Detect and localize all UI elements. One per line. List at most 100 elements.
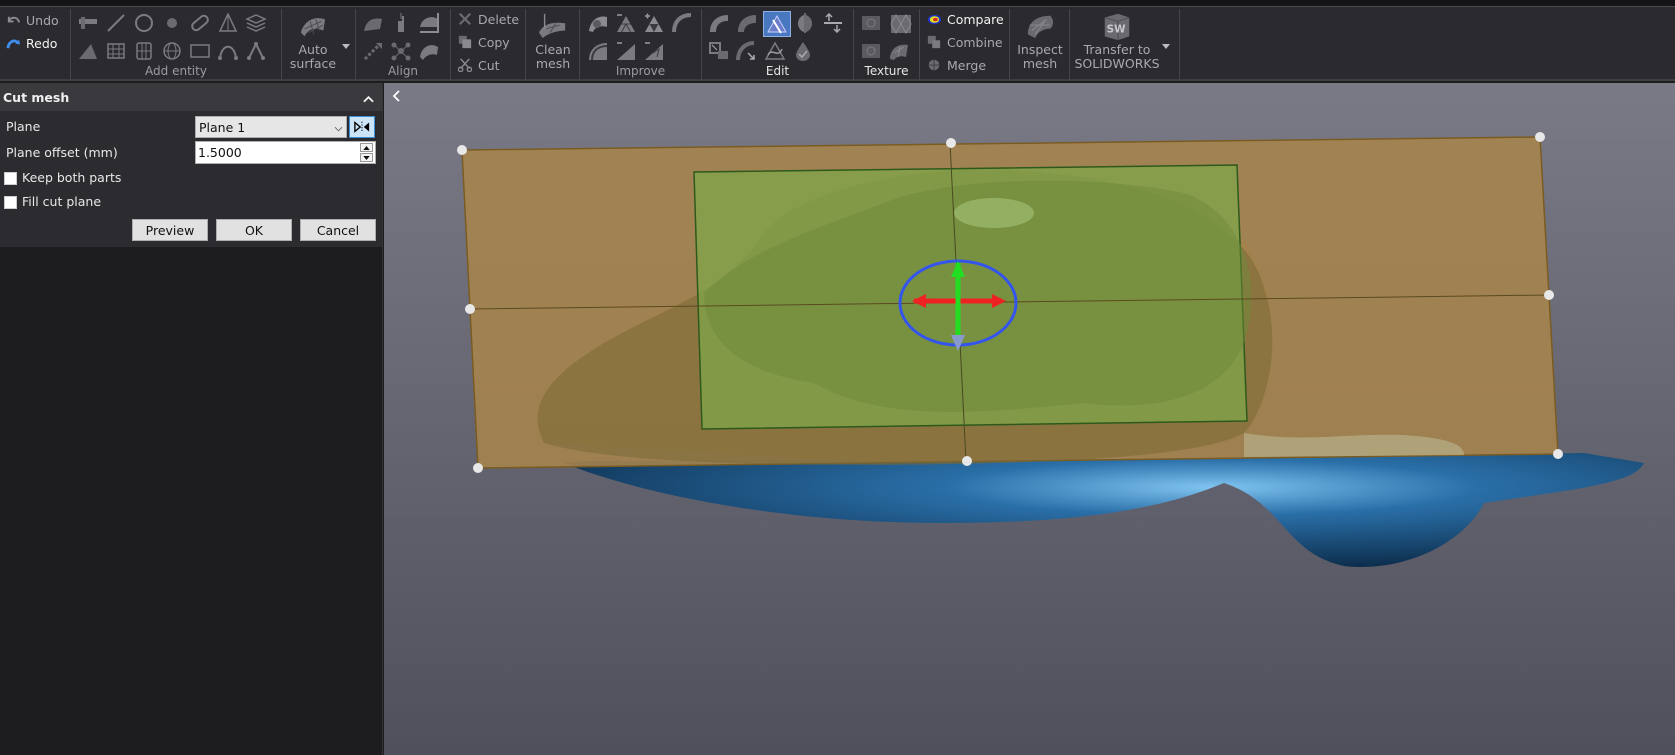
- handle-bottom-right[interactable]: [1553, 449, 1563, 459]
- undo-button[interactable]: Undo: [5, 10, 59, 30]
- handle-bottom-mid[interactable]: [962, 456, 972, 466]
- compare-button[interactable]: Compare: [926, 9, 1004, 29]
- group-improve: Improve: [580, 9, 702, 81]
- ok-button[interactable]: OK: [216, 219, 292, 241]
- handle-mid-left[interactable]: [465, 304, 475, 314]
- decimate-icon[interactable]: [614, 12, 638, 34]
- delete-label: Delete: [478, 11, 520, 27]
- combine-label: Combine: [947, 34, 1003, 50]
- bend-icon[interactable]: [735, 40, 759, 62]
- flip-plane-button[interactable]: [349, 116, 375, 138]
- group-add-entity: Add entity: [70, 9, 282, 81]
- handle-top-left[interactable]: [457, 145, 467, 155]
- inspect-mesh-icon: [1023, 11, 1057, 41]
- sphere-icon[interactable]: [160, 12, 184, 34]
- subdivide-icon[interactable]: [642, 12, 666, 34]
- collapse-panel-icon[interactable]: [363, 88, 374, 107]
- move-faces-icon[interactable]: [821, 12, 845, 34]
- transfer-dropdown-icon[interactable]: [1162, 44, 1170, 49]
- arc-icon[interactable]: [216, 40, 240, 62]
- cancel-button[interactable]: Cancel: [300, 219, 376, 241]
- group-compare: Compare Combine Merge: [920, 9, 1010, 81]
- auto-surface-dropdown-icon[interactable]: [342, 44, 350, 49]
- cut-mesh-icon[interactable]: [763, 11, 791, 37]
- optimize-mesh-icon[interactable]: [642, 40, 666, 62]
- group-label-improve: Improve: [615, 64, 666, 78]
- group-label-texture: Texture: [864, 64, 909, 78]
- cone-icon[interactable]: [216, 12, 240, 34]
- clean-mesh-icon: [536, 11, 570, 41]
- layers-icon[interactable]: [244, 12, 268, 34]
- slot-icon[interactable]: [188, 12, 212, 34]
- title-strip: [0, 0, 1675, 7]
- align-network-icon[interactable]: [389, 40, 413, 62]
- auto-surface-label-2: surface: [289, 56, 337, 71]
- spin-up-button[interactable]: [360, 143, 373, 152]
- grid-plane-icon[interactable]: [104, 40, 128, 62]
- align-points-icon[interactable]: [389, 12, 413, 34]
- clean-mesh-button[interactable]: Clean mesh: [530, 11, 576, 71]
- transfer-to-solidworks-button[interactable]: SW Transfer to SOLIDWORKS: [1074, 11, 1160, 71]
- keep-both-parts-checkbox[interactable]: [4, 172, 17, 185]
- mesh-lower-part[interactable]: [564, 453, 1644, 568]
- merge-button[interactable]: Merge: [926, 55, 986, 75]
- cut-button[interactable]: Cut: [457, 55, 500, 75]
- undo-icon: [5, 12, 21, 28]
- redo-button[interactable]: Redo: [5, 33, 57, 53]
- align-initial-icon[interactable]: [361, 12, 385, 34]
- line-icon[interactable]: [104, 12, 128, 34]
- inspect-mesh-button[interactable]: Inspect mesh: [1015, 11, 1065, 71]
- plane-offset-input[interactable]: 1.5000: [195, 141, 376, 164]
- scene-canvas: [457, 132, 1644, 568]
- merge-label: Merge: [947, 57, 987, 73]
- handle-bottom-left[interactable]: [473, 463, 483, 473]
- cylinder-grid-icon[interactable]: [132, 40, 156, 62]
- split-mesh-icon[interactable]: [793, 12, 817, 34]
- fill-cut-plane-checkbox[interactable]: [4, 196, 17, 209]
- handle-top-right[interactable]: [1535, 132, 1545, 142]
- smooth-icon[interactable]: [614, 40, 638, 62]
- align-best-fit-icon[interactable]: [417, 12, 441, 34]
- angle-icon[interactable]: [76, 40, 100, 62]
- fill-cut-plane-label: Fill cut plane: [22, 194, 102, 209]
- align-vector-icon[interactable]: [361, 40, 385, 62]
- fill-holes-icon[interactable]: [586, 12, 610, 34]
- plane-label: Plane: [6, 119, 41, 134]
- align-surface-icon[interactable]: [417, 40, 441, 62]
- copy-button[interactable]: Copy: [457, 32, 510, 52]
- group-label-align: Align: [387, 64, 419, 78]
- spin-down-button[interactable]: [360, 153, 373, 162]
- rectangle-icon[interactable]: [188, 40, 212, 62]
- offset-icon[interactable]: [707, 12, 731, 34]
- combine-icon: [926, 34, 942, 50]
- plane-offset-value: 1.5000: [198, 145, 242, 160]
- sphere-grid-icon[interactable]: [160, 40, 184, 62]
- delete-button[interactable]: Delete: [457, 9, 519, 29]
- thicken-icon[interactable]: [735, 12, 759, 34]
- texture-mesh-icon[interactable]: [887, 11, 915, 37]
- verify-icon[interactable]: [791, 40, 815, 62]
- handle-top-mid[interactable]: [946, 138, 956, 148]
- smooth-boundary-icon[interactable]: [670, 12, 694, 34]
- panel-title: Cut mesh: [3, 89, 70, 105]
- handle-mid-right[interactable]: [1544, 290, 1554, 300]
- measure-caliper-icon[interactable]: [76, 12, 100, 34]
- preview-button[interactable]: Preview: [132, 219, 208, 241]
- texture-bake-icon[interactable]: [859, 40, 883, 62]
- group-history: Undo Redo: [0, 9, 70, 81]
- delete-icon: [457, 11, 473, 27]
- circle-icon[interactable]: [132, 12, 156, 34]
- 3d-viewport[interactable]: [384, 83, 1675, 755]
- combine-button[interactable]: Combine: [926, 32, 1003, 52]
- cut-mesh-panel: Cut mesh Plane Plane 1 Plane offset (mm)…: [0, 83, 383, 755]
- texture-wrap-icon[interactable]: [887, 40, 911, 62]
- auto-surface-button[interactable]: Auto surface: [288, 11, 338, 71]
- deform-icon[interactable]: [763, 40, 787, 62]
- group-auto-surface: Auto surface: [282, 9, 356, 81]
- scale-icon[interactable]: [707, 40, 731, 62]
- plane-select[interactable]: Plane 1: [195, 116, 347, 138]
- polyline-icon[interactable]: [244, 40, 268, 62]
- group-label-add-entity: Add entity: [145, 64, 207, 78]
- enhance-sharpness-icon[interactable]: [586, 40, 610, 62]
- texture-project-icon[interactable]: [859, 12, 883, 34]
